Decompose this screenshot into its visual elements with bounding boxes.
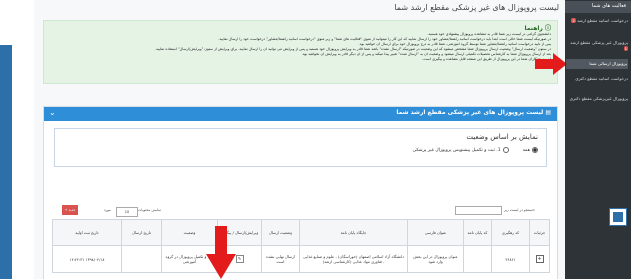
new-button[interactable]: + جدید [62,205,78,215]
left-strip [0,0,34,279]
sidebar-item-advisors-ma[interactable]: درخواست اساتید مقطع ارشد 2 [568,18,628,24]
send-date-cell [121,245,162,273]
panel-title: ▤ لیست پروپوزال های غیر پزشکی مقطع ارشد … [396,109,551,116]
sidebar-item-sent-proposal[interactable]: پروپوزال ارسالی شما [566,59,628,69]
count-badge: 1 [623,46,628,51]
filter-title: نمایش بر اساس وضعیت [466,133,538,141]
left-accent-bar [0,45,12,279]
proposal-table: جزئیات کد رهگیری کد پایان نامه عنوان فار… [52,219,550,273]
title-cell: عنوان پروپوزال در این بخش وارد شود [407,245,464,273]
sidebar-item-label: درخواست اساتید مقطع ارشد [577,18,628,23]
page-title: لیست پروپوزال های غیر پزشکی مقطع ارشد شم… [394,3,559,12]
filter-options: همه 1. ثبت و تکمیل پیشنویس پروپوزال غیر … [413,147,538,153]
sidebar-item-label: درخواست اساتید مقطع دکتری [575,76,628,81]
sidebar-header-label: فعالیت های شما [591,3,626,9]
thesis-code-cell [463,245,492,273]
table-header-row: جزئیات کد رهگیری کد پایان نامه عنوان فار… [52,219,550,246]
col-header: جایگاه پایان نامه [299,219,408,246]
chevron-down-icon[interactable]: ⌄ [49,108,56,117]
radio-all[interactable] [532,147,538,153]
radio-draft-label: 1. ثبت و تکمیل پیشنویس پروپوزال غیر پزشک… [412,147,501,153]
page: لیست پروپوزال های غیر پزشکی مقطع ارشد شم… [0,0,631,279]
created-date-cell: ۱۳۹۸/۰۴/۱۸ ۱۴:۲۲:۳۱ [52,245,122,273]
col-header: عنوان فارسی [407,219,464,246]
page-size-select[interactable]: 10 [116,207,138,217]
main-content: لیست پروپوزال های غیر پزشکی مقطع ارشد شم… [34,0,565,279]
tracking-code-cell: ۳۶۸۶۱ [491,245,530,273]
page-size-label: نمایش محتویات [138,208,161,212]
sidebar-item-proposal-ma[interactable]: پروپوزال غیر پزشکی مقطع ارشد 1 [568,40,628,52]
table-row: + ۳۶۸۶۱ عنوان پروپوزال در این بخش وارد ش… [52,245,550,273]
sidebar-item-label: پروپوزال غیر پزشکی مقطع ارشد [570,40,628,45]
page-size-suffix: مورد [104,208,111,212]
tablet-icon [609,208,627,226]
guide-text: دانشجوی گرامی در لیست زیر شما قادر به مش… [50,32,551,62]
position-cell: دانشگاه آزاد اسلامی اصفهان (خوراسگان) - … [299,245,408,273]
edit-icon[interactable]: ✎ [235,255,244,263]
status-filter: نمایش بر اساس وضعیت همه 1. ثبت و تکمیل پ… [54,128,547,167]
red-arrow-right-icon [535,53,567,75]
radio-draft[interactable] [502,147,509,153]
search-label: جستجو در لیست زیر: [504,208,536,212]
col-header: تاریخ ارسال [121,219,162,246]
proposal-panel: ▤ لیست پروپوزال های غیر پزشکی مقطع ارشد … [43,106,558,279]
sidebar-item-proposal-phd[interactable]: پروپوزال غیرپزشکی مقطع دکتری [568,96,628,102]
sidebar: فعالیت های شما درخواست اساتید مقطع ارشد … [565,0,631,279]
send-status-cell: ارسال نهایی نشده است [261,245,300,273]
col-header: جزئیات [529,219,550,246]
sidebar-header[interactable]: فعالیت های شما [565,1,631,13]
col-header: وضعیت ارسال [261,219,300,246]
col-header: کد رهگیری [491,219,530,246]
expand-icon[interactable]: + [535,255,544,263]
sidebar-item-label: پروپوزال ارسالی شما [589,61,627,66]
guide-line: لیست همکاران شما در این پروپوزال از طریق… [422,57,551,61]
count-badge: 2 [571,18,576,23]
panel-header: ▤ لیست پروپوزال های غیر پزشکی مقطع ارشد … [44,107,557,121]
red-arrow-down-icon [206,226,236,279]
col-header: کد پایان نامه [463,219,492,246]
guide-title: ⓘ راهنما [524,25,551,32]
sidebar-item-label: پروپوزال غیرپزشکی مقطع دکتری [569,96,628,101]
sidebar-item-advisors-phd[interactable]: درخواست اساتید مقطع دکتری [568,76,628,82]
radio-all-label: همه [522,147,530,153]
col-header: تاریخ ثبت اولیه [52,219,122,246]
guide-box: ⓘ راهنما دانشجوی گرامی در لیست زیر شما ق… [43,20,558,84]
search-input[interactable] [455,206,502,215]
